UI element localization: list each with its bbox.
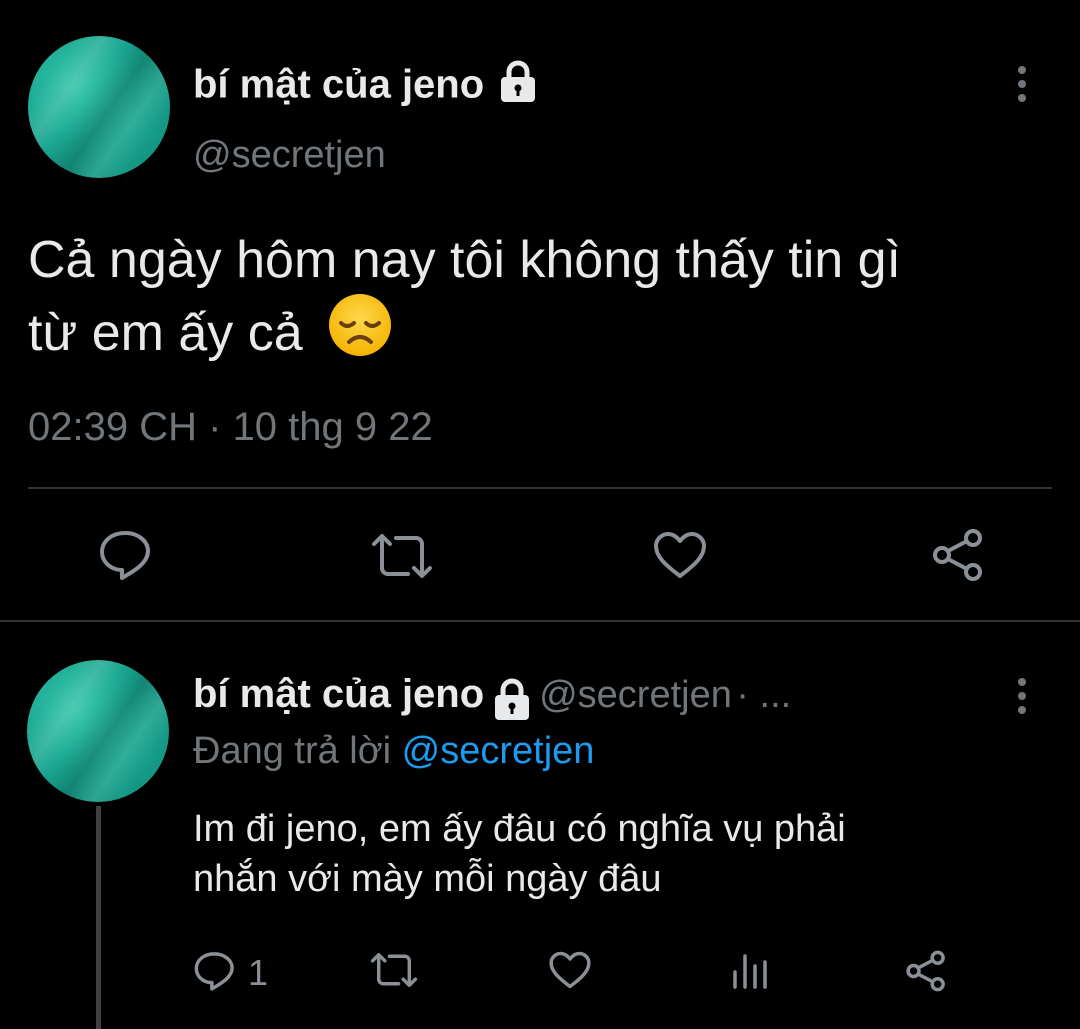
author-name-text[interactable]: bí mật của jeno	[193, 63, 484, 107]
reply-text-line-1: Im đi jeno, em ấy đâu có nghĩa vụ phải	[193, 808, 846, 850]
reply-icon[interactable]	[98, 528, 154, 582]
more-options-icon[interactable]	[1010, 66, 1034, 108]
retweet-icon[interactable]	[368, 530, 436, 582]
tweet-text-line-2: từ em ấy cả	[28, 304, 303, 362]
reply-more-options-icon[interactable]	[1010, 678, 1034, 720]
reply-author-handle[interactable]: @secretjen	[539, 674, 732, 716]
views-icon[interactable]	[730, 950, 770, 990]
reply-text-line-2: nhắn với mày mỗi ngày đâu	[193, 858, 662, 900]
reply-icon[interactable]	[193, 950, 237, 992]
reply-meta-suffix: · ...	[736, 674, 792, 716]
replying-label: Đang trả lời	[193, 730, 392, 772]
tweet-text: Cả ngày hôm nay tôi không thấy tin gì từ…	[28, 228, 1068, 373]
replying-to-mention[interactable]: @secretjen	[402, 730, 595, 772]
reply-avatar[interactable]	[27, 660, 169, 802]
replying-to: Đang trả lời @secretjen	[193, 730, 594, 773]
reply-author-name[interactable]: bí mật của jeno	[193, 672, 484, 716]
reply-header: bí mật của jeno @secretjen · ...	[193, 672, 791, 727]
avatar[interactable]	[28, 36, 170, 178]
retweet-icon[interactable]	[368, 950, 420, 990]
share-icon[interactable]	[930, 528, 986, 582]
tweet-time: 02:39 CH	[28, 405, 197, 449]
section-divider	[0, 620, 1080, 622]
meta-separator: ·	[208, 405, 222, 449]
like-icon[interactable]	[548, 950, 592, 990]
share-icon[interactable]	[904, 950, 948, 992]
thread-line	[96, 806, 101, 1029]
disappointed-face-emoji	[327, 292, 393, 373]
like-icon[interactable]	[652, 530, 708, 580]
tweet-timestamp[interactable]: 02:39 CH · 10 thg 9 22	[28, 405, 433, 450]
reply-count: 1	[248, 952, 269, 993]
tweet-date: 10 thg 9 22	[232, 405, 433, 449]
lock-icon	[489, 678, 535, 727]
divider	[28, 487, 1052, 489]
tweet-text-line-1: Cả ngày hôm nay tôi không thấy tin gì	[28, 231, 901, 289]
author-handle[interactable]: @secretjen	[193, 134, 386, 177]
reply-text: Im đi jeno, em ấy đâu có nghĩa vụ phải n…	[193, 804, 1063, 904]
author-name[interactable]: bí mật của jeno	[193, 60, 541, 114]
lock-icon	[495, 60, 541, 114]
